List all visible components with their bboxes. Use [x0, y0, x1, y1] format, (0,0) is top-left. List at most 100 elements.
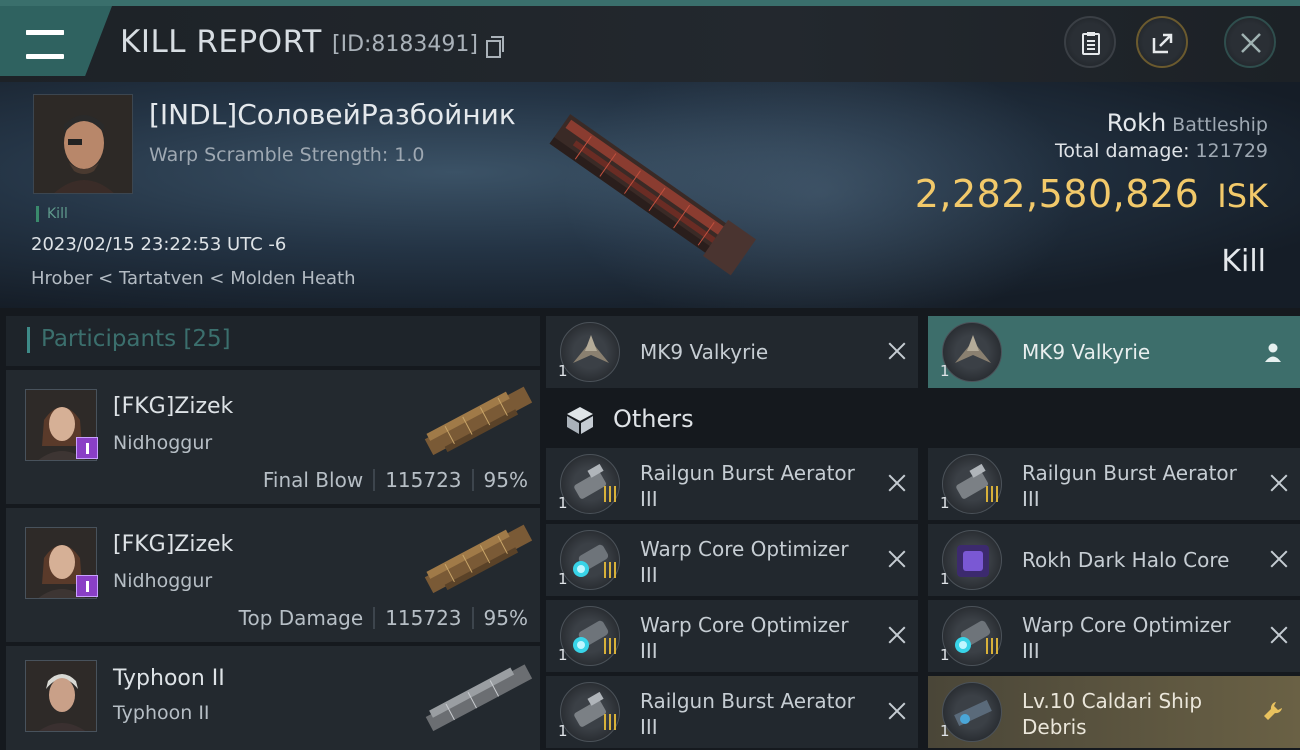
result-label: Kill: [1221, 244, 1266, 279]
module-item[interactable]: 1 Warp Core Optimizer III: [928, 600, 1300, 672]
participant-ship-image: [425, 664, 533, 732]
item-name: Warp Core Optimizer III: [640, 537, 849, 587]
menu-button[interactable]: [0, 6, 112, 76]
kill-tag: Kill: [36, 206, 68, 222]
total-damage-label: Total damage:: [1055, 140, 1190, 162]
isk-unit: ISK: [1217, 177, 1268, 215]
isk-value: 2,282,580,826: [914, 172, 1200, 216]
drone-item[interactable]: 1 MK9 Valkyrie: [928, 316, 1300, 388]
total-damage-line: Total damage: 121729: [1055, 140, 1268, 162]
isk-line: 2,282,580,826 ISK: [915, 172, 1268, 216]
tier-marker-icon: [986, 486, 1000, 502]
debris-item[interactable]: 1 Lv.10 Caldari Ship Debris: [928, 676, 1300, 748]
participants-header: Participants [25]: [6, 316, 540, 366]
item-name: Railgun Burst Aerator III: [640, 461, 855, 511]
victim-ship-class: Battleship: [1172, 114, 1268, 136]
item-name: Lv.10 Caldari Ship Debris: [1022, 689, 1203, 739]
destroyed-x-icon: [888, 342, 906, 360]
participant-ship: Typhoon II: [113, 702, 210, 724]
participant-percent: 95%: [483, 468, 528, 492]
wrench-icon: [1264, 702, 1282, 720]
corp-badge-icon: [76, 575, 98, 597]
ship-debris-icon: [942, 682, 1002, 742]
item-name: Railgun Burst Aerator III: [640, 689, 855, 739]
victim-ship-image: [549, 114, 757, 276]
dark-halo-core-icon: [942, 530, 1002, 590]
item-name: MK9 Valkyrie: [1022, 340, 1151, 364]
railgun-aerator-icon: [560, 454, 620, 514]
others-label: Others: [613, 405, 694, 433]
participant-percent: 95%: [483, 606, 528, 630]
items-panel: 1 MK9 Valkyrie 1 MK9 Valkyrie Others 1 R…: [546, 316, 1300, 750]
close-button[interactable]: [1224, 16, 1276, 68]
cube-icon: [567, 407, 593, 434]
destroyed-x-icon: [1270, 626, 1288, 644]
item-name: Rokh Dark Halo Core: [1022, 548, 1230, 572]
tier-marker-icon: [604, 714, 618, 730]
victim-banner: [INDL]СоловейРазбойник Warp Scramble Str…: [0, 82, 1300, 308]
module-item[interactable]: 1 Railgun Burst Aerator III: [546, 448, 918, 520]
participant-pilot: [FKG]Zizek: [113, 532, 234, 557]
tier-marker-icon: [986, 638, 1000, 654]
participant-role: Top Damage: [238, 606, 364, 630]
hamburger-menu-icon: [26, 30, 64, 60]
total-damage-value: 121729: [1195, 140, 1268, 162]
participant-row[interactable]: [FKG]Zizek Nidhoggur Final Blow 115723 95%: [6, 370, 540, 504]
victim-portrait[interactable]: [33, 94, 133, 194]
participants-title: Participants [25]: [41, 326, 231, 352]
clipboard-button[interactable]: [1064, 16, 1116, 68]
kill-timestamp: 2023/02/15 23:22:53 UTC -6: [31, 234, 287, 255]
warp-core-optimizer-icon: [560, 606, 620, 666]
destroyed-x-icon: [888, 626, 906, 644]
participant-pilot: Typhoon II: [113, 666, 225, 691]
victim-name: [INDL]СоловейРазбойник: [149, 98, 516, 131]
drone-item[interactable]: 1 MK9 Valkyrie: [546, 316, 918, 388]
module-item[interactable]: 1 Warp Core Optimizer III: [546, 524, 918, 596]
participant-row[interactable]: Typhoon II Typhoon II: [6, 646, 540, 750]
victim-ship-line: Rokh Battleship: [1107, 109, 1268, 137]
railgun-aerator-icon: [560, 682, 620, 742]
destroyed-x-icon: [888, 474, 906, 492]
others-section-header: Others: [546, 392, 1300, 448]
pilot-portrait-icon: [34, 95, 132, 193]
participant-ship-image: [424, 386, 533, 456]
page-title: KILL REPORT: [120, 24, 322, 60]
warp-scramble-strength: Warp Scramble Strength: 1.0: [149, 144, 425, 166]
participant-damage: 115723: [385, 606, 462, 630]
close-icon: [1241, 33, 1261, 53]
participant-row[interactable]: [FKG]Zizek Nidhoggur Top Damage 115723 95%: [6, 508, 540, 642]
railgun-aerator-icon: [942, 454, 1002, 514]
module-item[interactable]: 1 Warp Core Optimizer III: [546, 600, 918, 672]
participant-damage: 115723: [385, 468, 462, 492]
item-name: Warp Core Optimizer III: [1022, 613, 1231, 663]
share-button[interactable]: [1136, 16, 1188, 68]
clipboard-icon: [1082, 32, 1100, 55]
item-name: Railgun Burst Aerator III: [1022, 461, 1237, 511]
tier-marker-icon: [604, 486, 618, 502]
destroyed-x-icon: [1270, 474, 1288, 492]
kill-location[interactable]: Hrober < Tartatven < Molden Heath: [31, 268, 356, 289]
module-item[interactable]: 1 Railgun Burst Aerator III: [928, 448, 1300, 520]
drone-icon: [942, 322, 1002, 382]
module-item[interactable]: 1 Railgun Burst Aerator III: [546, 676, 918, 748]
participant-ship: Nidhoggur: [113, 432, 213, 454]
participants-panel: Participants [25] [FKG]Zizek Nidhoggur F…: [6, 316, 540, 750]
person-icon: [1265, 343, 1281, 362]
avatar: [25, 660, 97, 732]
destroyed-x-icon: [888, 702, 906, 720]
participant-pilot: [FKG]Zizek: [113, 394, 234, 419]
participant-ship: Nidhoggur: [113, 570, 213, 592]
tier-marker-icon: [604, 562, 618, 578]
participant-ship-image: [424, 524, 533, 594]
warp-core-optimizer-icon: [942, 606, 1002, 666]
participant-stats: Final Blow 115723 95%: [263, 468, 528, 492]
module-item[interactable]: 1 Rokh Dark Halo Core: [928, 524, 1300, 596]
warp-core-optimizer-icon: [560, 530, 620, 590]
destroyed-x-icon: [888, 550, 906, 568]
copy-icon[interactable]: [486, 36, 504, 58]
report-id: [ID:8183491]: [332, 32, 478, 57]
participant-stats: Top Damage 115723 95%: [239, 606, 528, 630]
tier-marker-icon: [604, 638, 618, 654]
corp-badge-icon: [76, 437, 98, 459]
participant-role: Final Blow: [262, 468, 364, 492]
